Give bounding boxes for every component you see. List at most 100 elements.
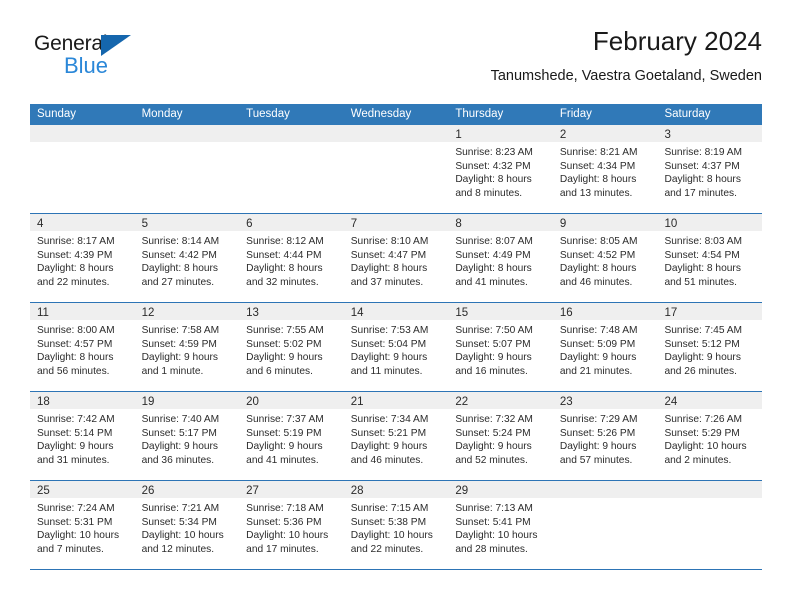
calendar-day-cell[interactable]: 10 Sunrise: 8:03 AM Sunset: 4:54 PM Dayligh… (657, 214, 763, 302)
day-number: 10 (664, 218, 678, 230)
day-number-strip: 12 (134, 303, 240, 320)
daylight-text: Daylight: 10 hours and 12 minutes. (141, 530, 224, 555)
calendar-day-cell[interactable]: 7 Sunrise: 8:10 AM Sunset: 4:47 PM Daylight… (343, 214, 449, 302)
day-number: 27 (246, 485, 259, 497)
calendar-day-cell[interactable]: 8 Sunrise: 8:07 AM Sunset: 4:49 PM Daylight… (448, 214, 553, 302)
calendar-day-cell-empty (239, 125, 344, 213)
calendar-day-cell[interactable]: 23 Sunrise: 7:29 AM Sunset: 5:26 PM Dayligh… (552, 392, 658, 480)
day-sun-info: Sunrise: 8:17 AM Sunset: 4:39 PM Daylight:… (30, 231, 135, 289)
day-number-strip: 5 (134, 214, 240, 231)
calendar-day-cell[interactable]: 22 Sunrise: 7:32 AM Sunset: 5:24 PM Dayligh… (448, 392, 553, 480)
daylight-text: Daylight: 10 hours and 28 minutes. (455, 530, 538, 555)
day-number-strip (30, 125, 135, 142)
day-number-strip (552, 481, 658, 498)
day-sun-info: Sunrise: 8:07 AM Sunset: 4:49 PM Daylight:… (448, 231, 553, 289)
day-number-strip: 25 (30, 481, 135, 498)
day-number-strip: 8 (448, 214, 553, 231)
sunset-text: Sunset: 5:07 PM (455, 338, 531, 350)
calendar-day-cell-empty (30, 125, 135, 213)
day-number-strip: 28 (343, 481, 449, 498)
sunset-text: Sunset: 4:32 PM (455, 160, 531, 172)
calendar-day-cell[interactable]: 20 Sunrise: 7:37 AM Sunset: 5:19 PM Dayligh… (239, 392, 344, 480)
sunset-text: Sunset: 4:59 PM (141, 338, 217, 350)
day-sun-info: Sunrise: 8:14 AM Sunset: 4:42 PM Daylight:… (135, 231, 240, 289)
day-number: 29 (455, 485, 469, 497)
calendar-day-cell[interactable]: 5 Sunrise: 8:14 AM Sunset: 4:42 PM Daylight… (134, 214, 240, 302)
weekday-header-row: Sunday Monday Tuesday Wednesday Thursday Frid… (30, 104, 762, 125)
daylight-text: Daylight: 9 hours and 21 minutes. (559, 352, 637, 377)
sunrise-text: Sunrise: 8:00 AM (37, 325, 115, 336)
calendar-week-row: 18 Sunrise: 7:42 AM Sunset: 5:14 PM Dayligh… (30, 392, 763, 481)
daylight-text: Daylight: 8 hours and 51 minutes. (664, 263, 741, 288)
day-number-strip: 29 (448, 481, 553, 498)
calendar-day-cell[interactable]: 29 Sunrise: 7:13 AM Sunset: 5:41 PM Dayligh… (448, 481, 553, 569)
sunset-text: Sunset: 4:39 PM (37, 249, 113, 261)
daylight-text: Daylight: 9 hours and 6 minutes. (246, 352, 323, 377)
day-number-strip: 13 (239, 303, 344, 320)
calendar-day-cell[interactable]: 26 Sunrise: 7:21 AM Sunset: 5:34 PM Dayligh… (134, 481, 240, 569)
sunrise-text: Sunrise: 7:37 AM (246, 414, 324, 425)
daylight-text: Daylight: 8 hours and 13 minutes. (559, 174, 637, 199)
day-sun-info: Sunrise: 7:55 AM Sunset: 5:02 PM Daylight:… (239, 320, 344, 378)
logo-text-blue: Blue (64, 53, 109, 78)
day-sun-info: Sunrise: 7:53 AM Sunset: 5:04 PM Daylight:… (344, 320, 449, 378)
sunset-text: Sunset: 5:41 PM (455, 516, 531, 528)
calendar-day-cell[interactable]: 6 Sunrise: 8:12 AM Sunset: 4:44 PM Daylight… (239, 214, 344, 302)
sunrise-text: Sunrise: 8:21 AM (559, 147, 638, 158)
calendar-day-cell[interactable]: 11 Sunrise: 8:00 AM Sunset: 4:57 PM Dayligh… (30, 303, 135, 391)
sunrise-text: Sunrise: 7:55 AM (246, 325, 324, 336)
calendar-day-cell[interactable]: 4 Sunrise: 8:17 AM Sunset: 4:39 PM Daylight… (30, 214, 135, 302)
calendar-week-row: 25 Sunrise: 7:24 AM Sunset: 5:31 PM Dayligh… (30, 481, 763, 570)
calendar-day-cell[interactable]: 9 Sunrise: 8:05 AM Sunset: 4:52 PM Daylight… (552, 214, 658, 302)
daylight-text: Daylight: 9 hours and 41 minutes. (246, 441, 323, 466)
calendar-day-cell[interactable]: 3 Sunrise: 8:19 AM Sunset: 4:37 PM Daylight… (657, 125, 763, 213)
calendar-day-cell[interactable]: 19 Sunrise: 7:40 AM Sunset: 5:17 PM Dayligh… (134, 392, 240, 480)
day-number-strip: 9 (552, 214, 658, 231)
daylight-text: Daylight: 8 hours and 22 minutes. (37, 263, 114, 288)
day-number-strip: 16 (552, 303, 658, 320)
sunrise-text: Sunrise: 8:05 AM (559, 236, 638, 247)
calendar-day-cell[interactable]: 15 Sunrise: 7:50 AM Sunset: 5:07 PM Dayligh… (448, 303, 553, 391)
calendar-day-cell-empty (134, 125, 240, 213)
calendar-day-cell[interactable]: 16 Sunrise: 7:48 AM Sunset: 5:09 PM Dayligh… (552, 303, 658, 391)
sunrise-text: Sunrise: 7:21 AM (141, 503, 220, 514)
daylight-text: Daylight: 8 hours and 27 minutes. (141, 263, 219, 288)
calendar-day-cell[interactable]: 18 Sunrise: 7:42 AM Sunset: 5:14 PM Dayligh… (30, 392, 135, 480)
calendar-day-cell[interactable]: 21 Sunrise: 7:34 AM Sunset: 5:21 PM Dayligh… (343, 392, 449, 480)
calendar-week-row: 1 Sunrise: 8:23 AM Sunset: 4:32 PM Daylight… (30, 125, 763, 214)
day-number-strip: 4 (30, 214, 135, 231)
day-number: 19 (141, 396, 155, 408)
day-sun-info: Sunrise: 7:42 AM Sunset: 5:14 PM Daylight:… (30, 409, 135, 467)
daylight-text: Daylight: 10 hours and 17 minutes. (246, 530, 329, 555)
sunset-text: Sunset: 4:57 PM (37, 338, 113, 350)
day-sun-info: Sunrise: 7:18 AM Sunset: 5:36 PM Daylight:… (239, 498, 344, 556)
daylight-text: Daylight: 9 hours and 57 minutes. (559, 441, 637, 466)
sunrise-text: Sunrise: 8:17 AM (37, 236, 115, 247)
calendar-day-cell[interactable]: 12 Sunrise: 7:58 AM Sunset: 4:59 PM Dayligh… (134, 303, 240, 391)
sunrise-text: Sunrise: 8:12 AM (246, 236, 324, 247)
calendar-day-cell[interactable]: 13 Sunrise: 7:55 AM Sunset: 5:02 PM Dayligh… (239, 303, 344, 391)
day-number: 5 (141, 218, 148, 230)
day-number: 20 (246, 396, 259, 408)
calendar-day-cell[interactable]: 2 Sunrise: 8:21 AM Sunset: 4:34 PM Daylight… (552, 125, 658, 213)
day-sun-info: Sunrise: 7:45 AM Sunset: 5:12 PM Daylight:… (657, 320, 762, 378)
sunset-text: Sunset: 5:04 PM (350, 338, 427, 350)
calendar-day-cell[interactable]: 27 Sunrise: 7:18 AM Sunset: 5:36 PM Dayligh… (239, 481, 344, 569)
day-sun-info: Sunrise: 8:19 AM Sunset: 4:37 PM Daylight:… (657, 142, 762, 200)
calendar-day-cell[interactable]: 14 Sunrise: 7:53 AM Sunset: 5:04 PM Dayligh… (343, 303, 449, 391)
day-sun-info: Sunrise: 7:40 AM Sunset: 5:17 PM Daylight:… (135, 409, 240, 467)
calendar-day-cell[interactable]: 25 Sunrise: 7:24 AM Sunset: 5:31 PM Dayligh… (30, 481, 135, 569)
sunrise-text: Sunrise: 7:50 AM (455, 325, 533, 336)
day-sun-info: Sunrise: 8:21 AM Sunset: 4:34 PM Daylight:… (553, 142, 658, 200)
calendar-day-cell[interactable]: 1 Sunrise: 8:23 AM Sunset: 4:32 PM Daylight… (448, 125, 553, 213)
day-number: 1 (455, 129, 462, 141)
calendar-day-cell[interactable]: 28 Sunrise: 7:15 AM Sunset: 5:38 PM Dayligh… (343, 481, 449, 569)
sunrise-text: Sunrise: 8:19 AM (664, 147, 743, 158)
calendar-day-cell[interactable]: 24 Sunrise: 7:26 AM Sunset: 5:29 PM Dayligh… (657, 392, 763, 480)
day-number: 28 (350, 485, 364, 497)
day-number: 11 (37, 307, 49, 319)
sunset-text: Sunset: 5:29 PM (664, 427, 740, 439)
day-sun-info: Sunrise: 8:05 AM Sunset: 4:52 PM Daylight:… (553, 231, 658, 289)
calendar-day-cell[interactable]: 17 Sunrise: 7:45 AM Sunset: 5:12 PM Dayligh… (657, 303, 763, 391)
sunrise-text: Sunrise: 7:15 AM (350, 503, 429, 514)
